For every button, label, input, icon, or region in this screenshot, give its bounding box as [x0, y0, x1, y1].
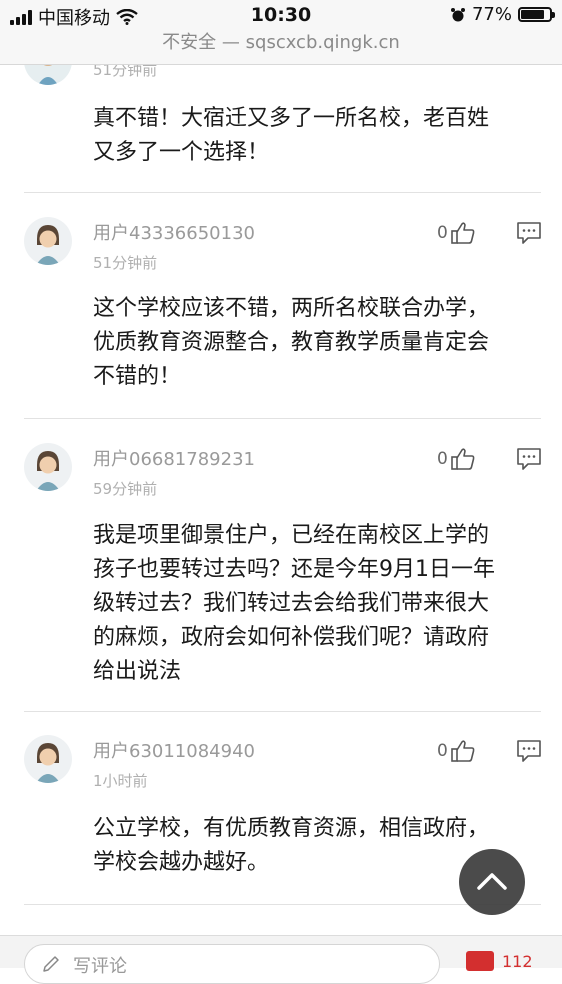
security-label: 不安全 — [162, 32, 217, 53]
divider — [24, 711, 541, 712]
comment-time: 51分钟前 — [93, 65, 158, 79]
battery-icon — [518, 7, 555, 22]
divider — [24, 192, 541, 193]
comment-time: 59分钟前 — [93, 480, 158, 498]
comment-input-placeholder: 写评论 — [73, 956, 127, 977]
comment-time: 51分钟前 — [93, 254, 158, 272]
thumbs-up-icon — [451, 740, 475, 762]
chevron-up-icon — [477, 873, 507, 890]
divider — [24, 418, 541, 419]
url-domain: sqscxcb.qingk.cn — [245, 32, 400, 53]
comment-count-button[interactable]: 112 — [466, 951, 533, 971]
comment-time: 1小时前 — [93, 772, 148, 790]
avatar[interactable] — [24, 443, 72, 491]
scroll-top-button[interactable] — [459, 849, 525, 915]
url-bar[interactable]: 不安全 — sqscxcb.qingk.cn — [0, 30, 562, 65]
pen-icon — [43, 956, 59, 972]
comment-line: 给出说法 — [93, 659, 182, 684]
status-right: 77% — [450, 4, 555, 25]
comment-line: 这个学校应该不错，两所名校联合办学， — [93, 296, 490, 321]
comment-line: 我是项里御景住户，已经在南校区上学的 — [93, 523, 490, 548]
comment-count-icon — [466, 951, 494, 971]
comment-text: 这个学校应该不错，两所名校联合办学， 优质教育资源整合，教育教学质量肯定会 不错… — [93, 292, 533, 394]
comment-line: 的麻烦，政府会如何补偿我们呢？请政府 — [93, 625, 490, 650]
alarm-icon — [450, 7, 465, 21]
like-button[interactable]: 0 — [437, 739, 476, 763]
comment-line: 又多了一个选择！ — [93, 140, 270, 165]
like-count: 0 — [437, 223, 448, 243]
thumbs-up-icon — [451, 222, 475, 244]
comment-username[interactable]: 用户43336650130 — [93, 219, 255, 245]
status-bar: 中国移动 10:30 77% — [0, 0, 562, 30]
avatar[interactable] — [24, 735, 72, 783]
comment-bubble-icon[interactable] — [516, 221, 542, 245]
battery-percent: 77% — [471, 4, 512, 25]
bottom-bar: 写评论 112 — [0, 935, 562, 984]
like-button[interactable]: 0 — [437, 447, 476, 471]
comment-line: 不错的！ — [93, 364, 182, 389]
comment-text: 真不错！大宿迁又多了一所名校，老百姓 又多了一个选择！ — [93, 102, 533, 170]
comment-count: 112 — [502, 951, 533, 971]
comment-input[interactable]: 写评论 — [24, 944, 440, 984]
comment-bubble-icon[interactable] — [516, 447, 542, 471]
avatar[interactable] — [24, 65, 72, 85]
comment-line: 公立学校，有优质教育资源，相信政府， — [93, 816, 490, 841]
comment-text: 我是项里御景住户，已经在南校区上学的 孩子也要转过去吗？还是今年9月1日一年 级… — [93, 519, 533, 689]
comment-username[interactable]: 用户06681789231 — [93, 445, 255, 471]
comment-line: 级转过去？我们转过去会给我们带来很大 — [93, 591, 490, 616]
avatar[interactable] — [24, 217, 72, 265]
comment-line: 优质教育资源整合，教育教学质量肯定会 — [93, 330, 490, 355]
comment-bubble-icon[interactable] — [516, 739, 542, 763]
url-separator: — — [221, 32, 240, 53]
like-button[interactable]: 0 — [437, 221, 476, 245]
like-count: 0 — [437, 741, 448, 761]
like-count: 0 — [437, 449, 448, 469]
thumbs-up-icon — [451, 448, 475, 470]
comment-list: 51分钟前 真不错！大宿迁又多了一所名校，老百姓 又多了一个选择！ 用户4333… — [0, 65, 562, 935]
comment-line: 真不错！大宿迁又多了一所名校，老百姓 — [93, 106, 490, 131]
comment-line: 孩子也要转过去吗？还是今年9月1日一年 — [93, 557, 495, 582]
comment-username[interactable]: 用户63011084940 — [93, 737, 255, 763]
